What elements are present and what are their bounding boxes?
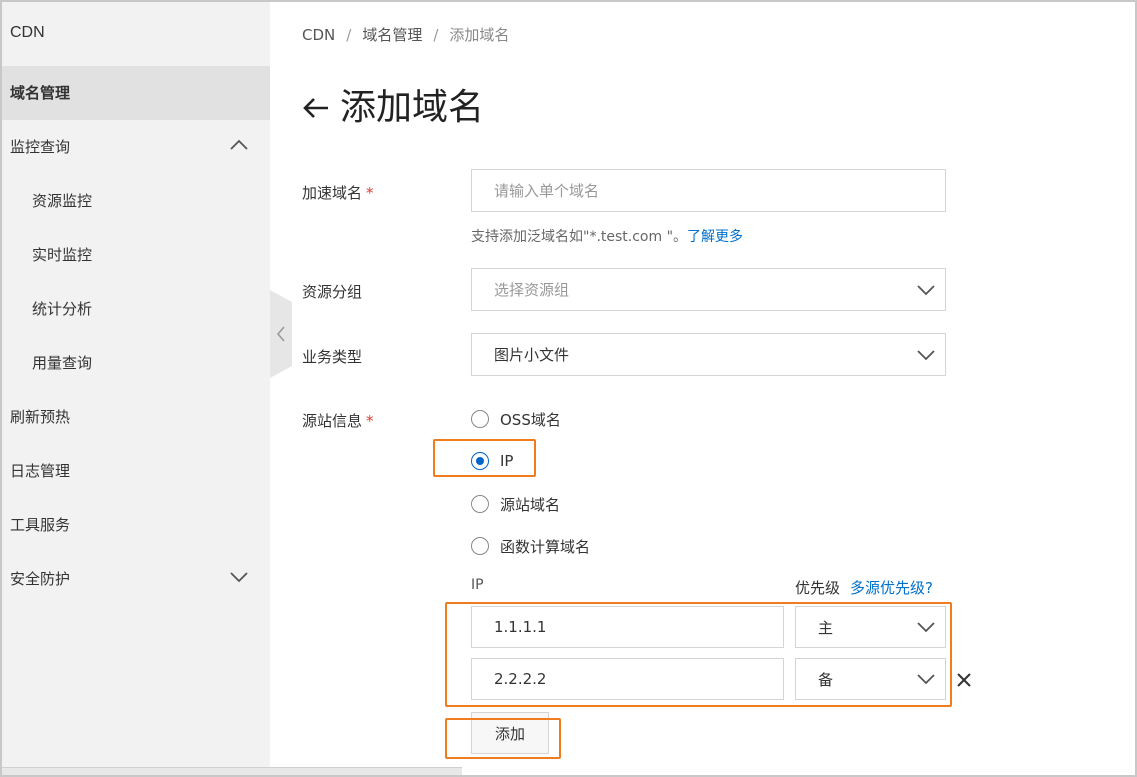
chevron-up-icon [230, 120, 250, 174]
domain-help-text: 支持添加泛域名如"*.test.com "。 [471, 229, 688, 245]
priority-value: 主 [818, 618, 834, 637]
sidebar-item-log-management[interactable]: 日志管理 [2, 444, 270, 498]
ip-value: 2.2.2.2 [494, 670, 547, 688]
sidebar-item-label: 安全防护 [10, 570, 71, 588]
priority-value: 备 [818, 670, 834, 689]
radio-label: 源站域名 [500, 495, 561, 514]
radio-oss-domain[interactable]: OSS域名 [471, 408, 561, 430]
horizontal-scrollbar[interactable] [2, 767, 462, 775]
breadcrumb-separator: / [346, 26, 352, 44]
radio-circle [471, 495, 489, 513]
sidebar-item-label: 用量查询 [32, 354, 93, 372]
ip-column-header: IP [471, 577, 484, 593]
radio-function-compute-domain[interactable]: 函数计算域名 [471, 535, 590, 557]
multi-origin-priority-link[interactable]: 多源优先级? [850, 579, 933, 597]
sidebar-item-label: 日志管理 [10, 462, 71, 480]
priority-header-text: 优先级 [795, 579, 841, 597]
chevron-left-icon [270, 290, 292, 378]
chevron-down-icon [917, 284, 935, 295]
radio-label: IP [500, 452, 514, 470]
priority-select-1[interactable]: 主 [795, 606, 946, 648]
priority-column-header: 优先级 多源优先级? [795, 577, 933, 598]
resource-group-select[interactable]: 选择资源组 [471, 268, 946, 311]
chevron-down-icon [917, 622, 935, 633]
chevron-down-icon [917, 349, 935, 360]
breadcrumb-separator: / [433, 26, 439, 44]
radio-label: OSS域名 [500, 410, 561, 429]
domain-input-placeholder: 请输入单个域名 [494, 182, 600, 200]
sidebar-item-domain-management[interactable]: 域名管理 [2, 66, 270, 120]
ip-value: 1.1.1.1 [494, 618, 547, 636]
sidebar: CDN 域名管理 监控查询 资源监控 实时监控 统计分析 用量查询 刷新预热 日… [2, 2, 270, 775]
sidebar-item-label: 域名管理 [10, 84, 71, 102]
breadcrumb-item-domain-management[interactable]: 域名管理 [362, 24, 422, 45]
sidebar-item-label: 监控查询 [10, 138, 71, 156]
resource-group-label: 资源分组 [302, 283, 363, 301]
radio-label: 函数计算域名 [500, 537, 591, 556]
sidebar-item-refresh-preload[interactable]: 刷新预热 [2, 390, 270, 444]
sidebar-item-label: 实时监控 [32, 246, 93, 264]
radio-ip[interactable]: IP [471, 450, 513, 472]
breadcrumb-item-cdn[interactable]: CDN [302, 26, 335, 44]
business-type-value: 图片小文件 [494, 346, 570, 364]
required-mark: * [366, 184, 374, 202]
chevron-down-icon [230, 552, 250, 606]
priority-select-2[interactable]: 备 [795, 658, 946, 700]
sidebar-item-realtime-monitoring[interactable]: 实时监控 [2, 228, 270, 282]
business-type-select[interactable]: 图片小文件 [471, 333, 946, 376]
required-mark: * [366, 412, 374, 430]
back-arrow-icon[interactable] [302, 88, 330, 118]
sidebar-item-monitoring-query[interactable]: 监控查询 [2, 120, 270, 174]
domain-input[interactable]: 请输入单个域名 [471, 169, 946, 212]
sidebar-item-label: 刷新预热 [10, 408, 71, 426]
sidebar-item-label: 工具服务 [10, 516, 71, 534]
breadcrumb: CDN / 域名管理 / 添加域名 [302, 24, 509, 45]
domain-help: 支持添加泛域名如"*.test.com "。了解更多 [471, 226, 743, 246]
sidebar-item-tool-services[interactable]: 工具服务 [2, 498, 270, 552]
sidebar-item-security[interactable]: 安全防护 [2, 552, 270, 606]
domain-label-text: 加速域名 [302, 184, 363, 202]
sidebar-item-label: 资源监控 [32, 192, 93, 210]
sidebar-item-label: 统计分析 [32, 300, 93, 318]
domain-label: 加速域名 * [302, 182, 374, 203]
business-type-label: 业务类型 [302, 348, 363, 366]
sidebar-title: CDN [10, 24, 45, 41]
ip-input-1[interactable]: 1.1.1.1 [471, 606, 784, 648]
sidebar-item-resource-monitoring[interactable]: 资源监控 [2, 174, 270, 228]
sidebar-item-statistics[interactable]: 统计分析 [2, 282, 270, 336]
sidebar-item-usage-query[interactable]: 用量查询 [2, 336, 270, 390]
radio-origin-domain[interactable]: 源站域名 [471, 493, 560, 515]
add-ip-button[interactable]: 添加 [471, 712, 549, 754]
origin-label-text: 源站信息 [302, 412, 363, 430]
resource-group-placeholder: 选择资源组 [494, 281, 570, 299]
radio-circle [471, 410, 489, 428]
origin-label: 源站信息 * [302, 410, 374, 431]
learn-more-link[interactable]: 了解更多 [687, 229, 743, 245]
sidebar-collapse-toggle[interactable] [270, 290, 292, 378]
radio-circle-checked [471, 452, 489, 470]
chevron-down-icon [917, 674, 935, 685]
radio-circle [471, 537, 489, 555]
breadcrumb-item-current: 添加域名 [449, 26, 510, 44]
close-icon[interactable] [954, 670, 974, 690]
page-title: 添加域名 [340, 87, 485, 128]
ip-input-2[interactable]: 2.2.2.2 [471, 658, 784, 700]
